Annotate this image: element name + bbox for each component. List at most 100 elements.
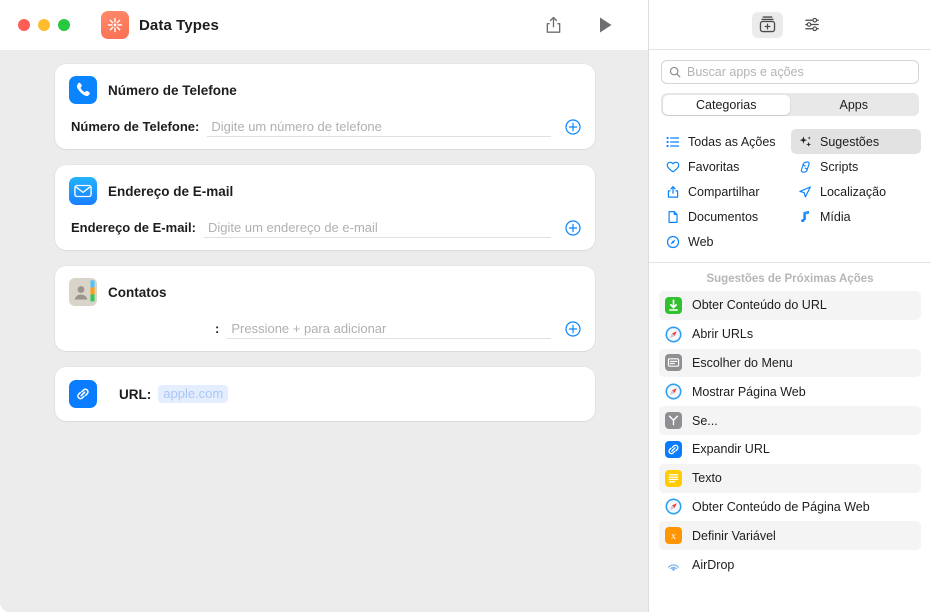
category-favoritas[interactable]: Favoritas (659, 154, 789, 179)
search-icon (669, 66, 681, 78)
search-input[interactable] (687, 65, 911, 79)
sliders-icon[interactable] (797, 12, 828, 38)
suggestion-label: Definir Variável (692, 528, 776, 543)
action-card-email[interactable]: Endereço de E-mail Endereço de E-mail: D… (55, 165, 595, 250)
workflow-canvas: Número de Telefone Número de Telefone: D… (0, 50, 648, 612)
share-icon[interactable] (540, 12, 566, 38)
url-value-chip[interactable]: apple.com (158, 385, 229, 403)
category-label: Localização (820, 184, 887, 199)
action-card-url[interactable]: URL: apple.com (55, 367, 595, 421)
window-title: Data Types (139, 16, 219, 34)
titlebar-actions (540, 12, 632, 38)
close-button[interactable] (18, 19, 30, 31)
suggestion-label: Se... (692, 413, 718, 428)
action-card-header: Número de Telefone (69, 76, 581, 104)
action-card-header: URL: apple.com (69, 380, 581, 408)
scroll-icon (797, 159, 812, 174)
menu-window-icon (665, 354, 682, 372)
suggestion-label: Mostrar Página Web (692, 384, 806, 399)
action-card-phone[interactable]: Número de Telefone Número de Telefone: D… (55, 64, 595, 149)
shortcuts-app-icon (101, 11, 129, 39)
url-inline-value: URL: apple.com (119, 385, 229, 403)
zoom-button[interactable] (58, 19, 70, 31)
suggestion-row-obter-conteudo-de-pagina-web[interactable]: Obter Conteúdo de Página Web (659, 493, 921, 522)
contacts-icon (69, 278, 97, 306)
action-title: URL: (119, 386, 152, 402)
category-sugestoes[interactable]: Sugestões (791, 129, 921, 154)
parameter-label: Número de Telefone: (71, 119, 200, 134)
category-label: Documentos (688, 209, 759, 224)
action-parameter-row: : Pressione + para adicionar (69, 318, 581, 339)
add-variable-button[interactable] (564, 118, 581, 135)
suggestion-row-airdrop[interactable]: AirDrop (659, 550, 921, 579)
add-contact-button[interactable] (564, 320, 581, 337)
search-container (649, 50, 931, 84)
run-play-icon[interactable] (592, 12, 618, 38)
category-label: Mídia (820, 209, 851, 224)
tab-categorias[interactable]: Categorias (662, 94, 790, 115)
text-lines-icon (665, 469, 682, 487)
library-sidebar: Categorias Apps (648, 0, 931, 612)
suggestion-label: Abrir URLs (692, 327, 754, 342)
contacts-input[interactable]: Pressione + para adicionar (227, 318, 551, 339)
parameter-label: Endereço de E-mail: (71, 220, 196, 235)
suggestion-label: AirDrop (692, 557, 735, 572)
svg-text:x: x (671, 532, 676, 542)
search-box[interactable] (661, 60, 919, 84)
category-web[interactable]: Web (659, 229, 789, 254)
category-compartilhar[interactable]: Compartilhar (659, 179, 789, 204)
titlebar: Data Types (0, 0, 648, 50)
add-variable-button[interactable] (564, 219, 581, 236)
tab-apps[interactable]: Apps (790, 95, 918, 115)
category-documentos[interactable]: Documentos (659, 204, 789, 229)
suggestion-row-mostrar-pagina-web[interactable]: Mostrar Página Web (659, 377, 921, 406)
safari-icon (665, 234, 680, 249)
category-label: Compartilhar (688, 184, 760, 199)
traffic-lights (18, 19, 70, 31)
safari-icon (665, 498, 682, 515)
link-icon (665, 440, 682, 458)
location-icon (797, 184, 812, 199)
shortcuts-window: Data Types Número de Telefone Número de … (0, 0, 931, 612)
category-label: Favoritas (688, 159, 740, 174)
safari-icon (665, 326, 682, 343)
suggestion-label: Escolher do Menu (692, 355, 793, 370)
action-parameter-row: Número de Telefone: Digite um número de … (69, 116, 581, 137)
editor-pane: Data Types Número de Telefone Número de … (0, 0, 648, 612)
branch-icon (665, 412, 682, 430)
suggestion-label: Obter Conteúdo de Página Web (692, 499, 870, 514)
heart-icon (665, 159, 680, 174)
action-title: Número de Telefone (108, 82, 237, 98)
variable-icon: x (665, 527, 682, 545)
suggestion-row-obter-conteudo-do-url[interactable]: Obter Conteúdo do URL (659, 291, 921, 320)
category-localizacao[interactable]: Localização (791, 179, 921, 204)
suggestion-row-definir-variavel[interactable]: x Definir Variável (659, 521, 921, 551)
suggestion-row-abrir-urls[interactable]: Abrir URLs (659, 320, 921, 349)
action-card-header: Contatos (69, 278, 581, 306)
parameter-label: : (215, 321, 220, 336)
action-library-icon[interactable] (752, 11, 783, 38)
music-note-icon (797, 209, 812, 224)
safari-icon (665, 383, 682, 400)
suggestion-row-escolher-do-menu[interactable]: Escolher do Menu (659, 348, 921, 378)
category-todas-as-acoes[interactable]: Todas as Ações (659, 129, 789, 154)
suggestion-row-expandir-url[interactable]: Expandir URL (659, 435, 921, 464)
phone-icon (69, 76, 97, 104)
suggestions-section: Sugestões de Próximas Ações Obter Conteú… (649, 263, 931, 612)
category-midia[interactable]: Mídia (791, 204, 921, 229)
minimize-button[interactable] (38, 19, 50, 31)
suggestion-row-se[interactable]: Se... (659, 406, 921, 435)
email-address-input[interactable]: Digite um endereço de e-mail (203, 217, 551, 238)
category-scripts[interactable]: Scripts (791, 154, 921, 179)
airdrop-icon (665, 556, 682, 573)
phone-number-input[interactable]: Digite um número de telefone (207, 116, 551, 137)
sidebar-toolbar (649, 0, 931, 50)
category-label: Todas as Ações (688, 134, 776, 149)
action-card-contacts[interactable]: Contatos : Pressione + para adicionar (55, 266, 595, 351)
suggestions-header: Sugestões de Próximas Ações (706, 273, 874, 285)
action-title: Endereço de E-mail (108, 183, 234, 199)
suggestion-row-texto[interactable]: Texto (659, 463, 921, 493)
action-card-header: Endereço de E-mail (69, 177, 581, 205)
share-icon (665, 184, 680, 199)
suggestion-label: Texto (692, 471, 722, 486)
